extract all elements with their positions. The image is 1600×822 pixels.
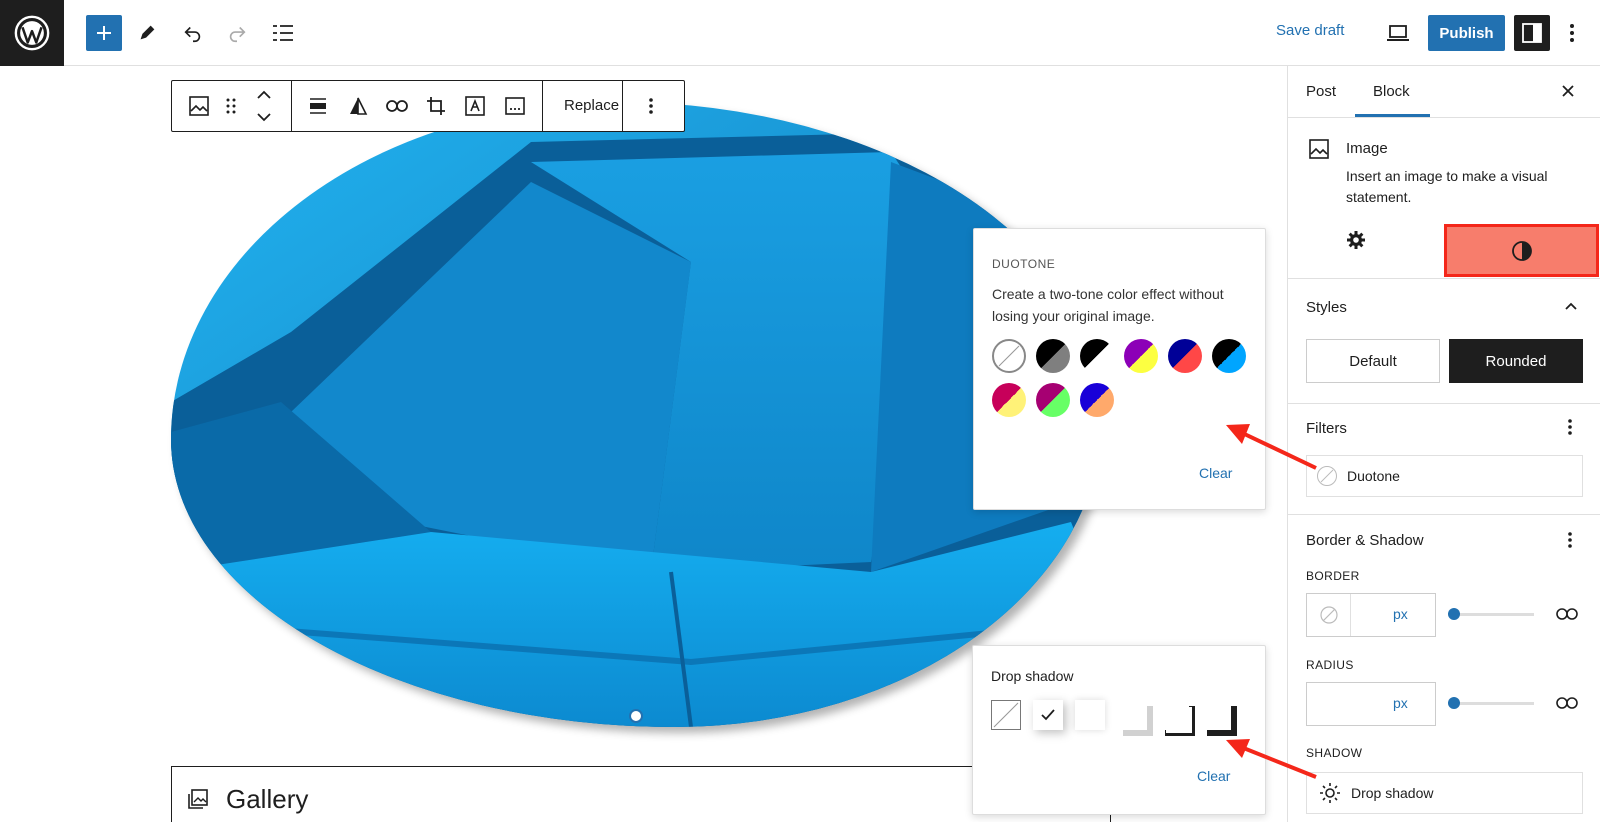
options-kebab-icon[interactable] <box>1560 18 1584 48</box>
link-icon[interactable] <box>385 94 409 118</box>
duotone-swatch-purple-yellow[interactable] <box>1124 339 1158 373</box>
tab-block[interactable]: Block <box>1373 83 1410 100</box>
tab-post[interactable]: Post <box>1306 83 1336 100</box>
border-shadow-options-icon[interactable] <box>1567 531 1573 549</box>
border-link-icon[interactable] <box>1556 607 1578 621</box>
duotone-popover-title: DUOTONE <box>992 257 1056 271</box>
toolbar-divider <box>622 81 623 131</box>
radius-slider-track[interactable] <box>1448 702 1534 705</box>
duotone-swatch-midnight[interactable] <box>1212 339 1246 373</box>
image-block[interactable] <box>171 102 1103 727</box>
radius-unit[interactable]: px <box>1393 695 1408 711</box>
close-sidebar-icon[interactable] <box>1560 83 1576 99</box>
duotone-filter-row[interactable]: Duotone <box>1306 455 1583 497</box>
preview-laptop-icon[interactable] <box>1384 19 1412 47</box>
duotone-none-indicator-icon <box>1317 466 1337 486</box>
divider <box>1288 514 1600 515</box>
shadow-value: Drop shadow <box>1351 785 1434 801</box>
border-slider-thumb[interactable] <box>1448 608 1460 620</box>
duotone-swatch-grayscale[interactable] <box>1080 339 1114 373</box>
border-slider-track[interactable] <box>1448 613 1534 616</box>
duotone-filter-icon[interactable] <box>346 94 370 118</box>
shadow-deep-swatch[interactable] <box>1075 700 1105 730</box>
filters-options-icon[interactable] <box>1567 418 1573 436</box>
radius-link-icon[interactable] <box>1556 696 1578 710</box>
image-block-icon[interactable] <box>187 94 211 118</box>
shadow-outlined-swatch[interactable] <box>1159 700 1189 730</box>
gallery-icon <box>186 787 210 811</box>
divider <box>1288 278 1600 279</box>
undo-icon[interactable] <box>180 20 206 46</box>
align-icon[interactable] <box>306 94 330 118</box>
duotone-swatch-blue-red[interactable] <box>1168 339 1202 373</box>
border-color-picker-icon[interactable] <box>1307 594 1351 636</box>
radius-input[interactable]: px <box>1306 682 1436 726</box>
gallery-block[interactable]: Gallery <box>171 766 1111 822</box>
caption-icon[interactable] <box>503 94 527 118</box>
toolbar-divider <box>542 81 543 131</box>
radius-slider-thumb[interactable] <box>1448 697 1460 709</box>
shadow-none-swatch[interactable] <box>991 700 1021 730</box>
style-default-button[interactable]: Default <box>1306 339 1440 383</box>
block-card-title: Image <box>1346 140 1388 157</box>
border-label: BORDER <box>1306 569 1360 583</box>
drop-shadow-popover: Drop shadow Clear <box>972 645 1266 815</box>
divider <box>1288 403 1600 404</box>
document-overview-icon[interactable] <box>270 20 296 46</box>
duotone-swatch-blue-orange[interactable] <box>1080 383 1114 417</box>
duotone-swatch-dark-grayscale[interactable] <box>1036 339 1070 373</box>
half-circle-styles-icon <box>1511 240 1532 261</box>
save-draft-button[interactable]: Save draft <box>1276 22 1344 39</box>
divider <box>1288 117 1600 118</box>
editor-top-bar: Save draft Publish <box>0 0 1600 66</box>
border-shadow-section-title: Border & Shadow <box>1306 532 1424 549</box>
duotone-swatch-none[interactable] <box>992 339 1026 373</box>
wordpress-logo-icon[interactable] <box>0 0 64 66</box>
redo-icon[interactable] <box>224 20 250 46</box>
styles-tab-highlighted[interactable] <box>1444 224 1599 277</box>
add-block-button[interactable] <box>86 15 122 51</box>
replace-button[interactable]: Replace <box>564 97 619 114</box>
text-overlay-icon[interactable] <box>463 94 487 118</box>
gallery-label: Gallery <box>226 784 309 814</box>
style-rounded-button[interactable]: Rounded <box>1449 339 1583 383</box>
settings-sidebar-toggle-icon[interactable] <box>1514 15 1550 51</box>
shadow-sharp-swatch[interactable] <box>1117 700 1147 730</box>
image-block-card-icon <box>1308 138 1330 160</box>
border-input-group: px <box>1306 593 1436 637</box>
collapse-chevron-up-icon[interactable] <box>1563 300 1579 312</box>
duotone-popover-description: Create a two-tone color effect without l… <box>992 286 1224 324</box>
move-up-down-icon[interactable] <box>252 87 276 125</box>
annotation-arrow-duotone <box>1226 424 1317 470</box>
shadow-natural-swatch[interactable] <box>1033 700 1063 730</box>
duotone-swatch-purple-green[interactable] <box>1036 383 1070 417</box>
drag-handle-icon[interactable] <box>219 94 243 118</box>
border-width-unit[interactable]: px <box>1393 606 1408 622</box>
shadow-crisp-swatch[interactable] <box>1201 700 1231 730</box>
publish-button[interactable]: Publish <box>1428 15 1505 51</box>
crop-icon[interactable] <box>424 94 448 118</box>
duotone-swatch-magenta-yellow[interactable] <box>992 383 1026 417</box>
toolbar-divider <box>291 81 292 131</box>
resize-handle[interactable] <box>629 709 643 723</box>
blue-chair-image <box>171 102 1103 727</box>
block-card-description: Insert an image to make a visual stateme… <box>1346 168 1548 205</box>
block-toolbar: Replace <box>171 80 685 132</box>
radius-label: RADIUS <box>1306 658 1354 672</box>
sun-shadow-icon <box>1319 782 1341 804</box>
drop-shadow-popover-title: Drop shadow <box>991 668 1074 684</box>
duotone-filter-label: Duotone <box>1347 468 1400 484</box>
settings-sidebar: Post Block Image Insert an image to make… <box>1287 66 1600 822</box>
shadow-row[interactable]: Drop shadow <box>1306 772 1583 814</box>
settings-gear-icon[interactable] <box>1340 224 1372 256</box>
annotation-arrow-shadow <box>1226 739 1317 779</box>
edit-pencil-icon[interactable] <box>134 20 160 46</box>
more-options-icon[interactable] <box>639 94 663 118</box>
styles-section-title: Styles <box>1306 299 1347 316</box>
